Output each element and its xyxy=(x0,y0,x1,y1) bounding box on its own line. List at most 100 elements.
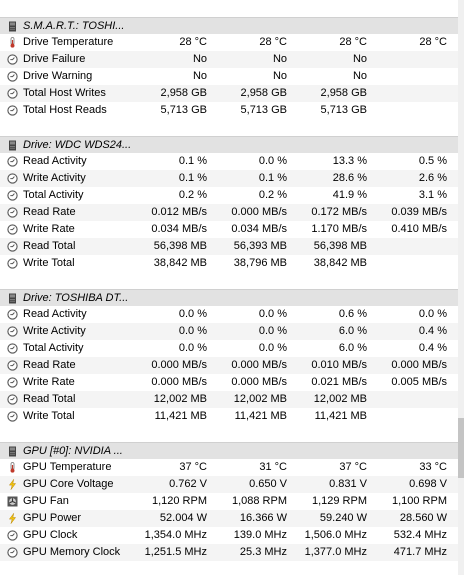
sensor-row-read-rate[interactable]: Read Rate 0.000 MB/s 0.000 MB/s 0.010 MB/s 0… xyxy=(0,357,458,374)
sensor-value-current: 12,002 MB xyxy=(153,393,207,405)
sensor-label: Drive Warning xyxy=(23,70,93,82)
sensor-value-current: 0.012 MB/s xyxy=(151,206,207,218)
sensor-value-minimum: 139.0 MHz xyxy=(233,529,287,541)
section-title: Drive: TOSHIBA DT... xyxy=(23,292,129,304)
sensor-row-write-total[interactable]: Write Total 38,842 MB 38,796 MB 38,842 MB xyxy=(0,255,458,272)
sensor-row-gpu-power[interactable]: GPU Power 52.004 W 16.366 W 59.240 W 28.560 … xyxy=(0,510,458,527)
sensor-value-current: 1,251.5 MHz xyxy=(144,546,207,558)
sensor-row-partial[interactable] xyxy=(0,561,458,578)
sensor-row-write-rate[interactable]: Write Rate 0.000 MB/s 0.000 MB/s 0.021 MB/s… xyxy=(0,374,458,391)
section-header[interactable]: Drive: TOSHIBA DT... xyxy=(0,289,458,306)
sensor-value-maximum: 6.0 % xyxy=(338,325,367,337)
section-header[interactable]: Drive: WDC WDS24... xyxy=(0,136,458,153)
sensor-row-gpu-memory-clock[interactable]: GPU Memory Clock 1,251.5 MHz 25.3 MHz 1,377… xyxy=(0,544,458,561)
clock-icon xyxy=(7,547,18,558)
sensor-label: Read Rate xyxy=(23,206,76,218)
sensor-value-minimum: 12,002 MB xyxy=(233,393,287,405)
sensor-row-total-activity[interactable]: Total Activity 0.2 % 0.2 % 41.9 % 3.1 % xyxy=(0,187,458,204)
sensor-row-write-activity[interactable]: Write Activity 0.1 % 0.1 % 28.6 % 2.6 % xyxy=(0,170,458,187)
sensor-row-read-activity[interactable]: Read Activity 0.0 % 0.0 % 0.6 % 0.0 % xyxy=(0,306,458,323)
sensor-value-maximum: 1,129 RPM xyxy=(311,495,367,507)
sensor-row-gpu-fan[interactable]: GPU Fan 1,120 RPM 1,088 RPM 1,129 RPM 1,100 … xyxy=(0,493,458,510)
sensor-label: Write Activity xyxy=(23,325,86,337)
drive-icon xyxy=(7,21,18,32)
clock-icon xyxy=(7,411,18,422)
sensor-row-total-activity[interactable]: Total Activity 0.0 % 0.0 % 6.0 % 0.4 % xyxy=(0,340,458,357)
sensor-value-average: 3.1 % xyxy=(418,189,447,201)
sensor-value-current: No xyxy=(192,53,207,65)
drive-icon xyxy=(7,140,18,151)
sensor-row-write-rate[interactable]: Write Rate 0.034 MB/s 0.034 MB/s 1.170 MB/s… xyxy=(0,221,458,238)
sensor-label: Write Total xyxy=(23,257,75,269)
sensor-value-minimum: 56,393 MB xyxy=(233,240,287,252)
sensor-row-gpu-temperature[interactable]: GPU Temperature 37 °C 31 °C 37 °C 33 °C xyxy=(0,459,458,476)
sensor-row-read-rate[interactable]: Read Rate 0.012 MB/s 0.000 MB/s 0.172 MB/s 0… xyxy=(0,204,458,221)
sensor-row-gpu-core-voltage[interactable]: GPU Core Voltage 0.762 V 0.650 V 0.831 V 0.6… xyxy=(0,476,458,493)
clock-icon xyxy=(7,258,18,269)
sensor-value-current: 0.034 MB/s xyxy=(151,223,207,235)
clock-icon xyxy=(7,190,18,201)
sensor-value-average: 33 °C xyxy=(419,461,447,473)
sensor-value-minimum: 0.0 % xyxy=(258,325,287,337)
sensor-value-minimum: 11,421 MB xyxy=(234,410,287,422)
sensor-value-current: 0.2 % xyxy=(178,189,207,201)
sensor-row-drive-temperature[interactable]: Drive Temperature 28 °C 28 °C 28 °C 28 °C xyxy=(0,34,458,51)
sensor-value-current: 0.0 % xyxy=(178,308,207,320)
section-header[interactable]: GPU [#0]: NVIDIA ... xyxy=(0,442,458,459)
sensor-value-current: 56,398 MB xyxy=(153,240,207,252)
lightning-icon xyxy=(7,479,18,490)
fan-icon xyxy=(7,496,18,507)
sensor-value-maximum: 1,506.0 MHz xyxy=(304,529,367,541)
sensor-value-minimum: 0.1 % xyxy=(258,172,287,184)
clock-icon xyxy=(7,88,18,99)
sensor-value-current: 0.0 % xyxy=(178,342,207,354)
sensor-value-minimum: 0.000 MB/s xyxy=(231,359,287,371)
sensor-value-average: 0.005 MB/s xyxy=(391,376,447,388)
sensor-row-drive-warning[interactable]: Drive Warning No No No xyxy=(0,68,458,85)
sensor-value-average: 532.4 MHz xyxy=(393,529,447,541)
scrollbar-thumb[interactable] xyxy=(458,418,464,478)
clock-icon xyxy=(7,394,18,405)
sensor-value-current: 28 °C xyxy=(179,36,207,48)
section-spacer xyxy=(0,425,458,442)
sensor-value-current: 11,421 MB xyxy=(154,410,207,422)
section-header[interactable]: S.M.A.R.T.: TOSHI... xyxy=(0,17,458,34)
sensor-value-minimum: 0.0 % xyxy=(258,342,287,354)
clock-icon xyxy=(7,207,18,218)
sensor-row-read-total[interactable]: Read Total 12,002 MB 12,002 MB 12,002 MB xyxy=(0,391,458,408)
sensor-value-minimum: 5,713 GB xyxy=(240,104,287,116)
sensor-label: Total Activity xyxy=(23,189,84,201)
sensor-row-write-total[interactable]: Write Total 11,421 MB 11,421 MB 11,421 MB xyxy=(0,408,458,425)
sensor-row-write-activity[interactable]: Write Activity 0.0 % 0.0 % 6.0 % 0.4 % xyxy=(0,323,458,340)
clock-icon xyxy=(7,71,18,82)
sensor-value-maximum: 41.9 % xyxy=(332,189,367,201)
sensor-value-minimum: 25.3 MHz xyxy=(239,546,287,558)
sensor-row-gpu-clock[interactable]: GPU Clock 1,354.0 MHz 139.0 MHz 1,506.0 MHz… xyxy=(0,527,458,544)
clock-icon xyxy=(7,343,18,354)
sensor-value-current: 1,120 RPM xyxy=(151,495,207,507)
clock-icon xyxy=(7,530,18,541)
sensor-value-average: 1,100 RPM xyxy=(391,495,447,507)
vertical-scrollbar[interactable] xyxy=(458,0,464,575)
sensor-label: Write Total xyxy=(23,410,75,422)
sensor-value-maximum: 2,958 GB xyxy=(320,87,367,99)
sensor-value-current: 38,842 MB xyxy=(153,257,207,269)
sensor-value-average: 2.6 % xyxy=(418,172,447,184)
sensor-row-drive-failure[interactable]: Drive Failure No No No xyxy=(0,51,458,68)
sensor-row-read-total[interactable]: Read Total 56,398 MB 56,393 MB 56,398 MB xyxy=(0,238,458,255)
sensor-label: GPU Fan xyxy=(23,495,69,507)
sensor-value-maximum: 0.6 % xyxy=(338,308,367,320)
sensor-value-average: 471.7 MHz xyxy=(393,546,447,558)
sensor-row-total-host-reads[interactable]: Total Host Reads 5,713 GB 5,713 GB 5,713 GB xyxy=(0,102,458,119)
sensor-value-current: 0.1 % xyxy=(178,172,207,184)
sensor-value-maximum: 0.172 MB/s xyxy=(311,206,367,218)
clock-icon xyxy=(7,241,18,252)
sensor-label: GPU Core Voltage xyxy=(23,478,114,490)
sensor-value-maximum: 56,398 MB xyxy=(313,240,367,252)
sensor-row-read-activity[interactable]: Read Activity 0.1 % 0.0 % 13.3 % 0.5 % xyxy=(0,153,458,170)
clock-icon xyxy=(7,173,18,184)
sensor-value-current: 0.000 MB/s xyxy=(151,376,207,388)
sensor-row-total-host-writes[interactable]: Total Host Writes 2,958 GB 2,958 GB 2,958 G… xyxy=(0,85,458,102)
sensor-label: Read Activity xyxy=(23,155,87,167)
sensor-label: Read Total xyxy=(23,393,76,405)
